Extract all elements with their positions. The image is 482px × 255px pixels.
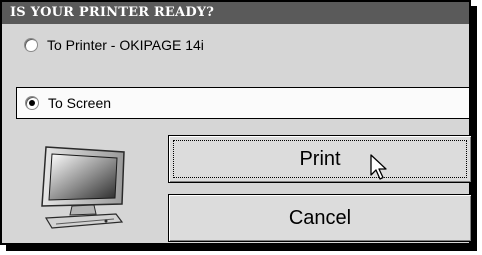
to-screen-radio[interactable]	[25, 96, 39, 110]
mouse-pointer-icon	[370, 154, 387, 180]
to-printer-option[interactable]: To Printer - OKIPAGE 14i	[16, 29, 470, 61]
dialog-title: IS YOUR PRINTER READY?	[2, 2, 469, 24]
cancel-button[interactable]: Cancel	[168, 194, 472, 242]
print-button-label: Print	[299, 147, 341, 170]
to-screen-option[interactable]: To Screen	[16, 87, 470, 119]
to-screen-label: To Screen	[48, 95, 112, 111]
cancel-button-label: Cancel	[288, 206, 352, 229]
monitor-icon	[41, 146, 125, 229]
to-printer-radio[interactable]	[24, 38, 38, 52]
printer-ready-dialog: IS YOUR PRINTER READY? To Printer - OKIP…	[0, 0, 472, 245]
to-printer-label: To Printer - OKIPAGE 14i	[47, 37, 204, 53]
print-button[interactable]: Print	[168, 135, 472, 183]
